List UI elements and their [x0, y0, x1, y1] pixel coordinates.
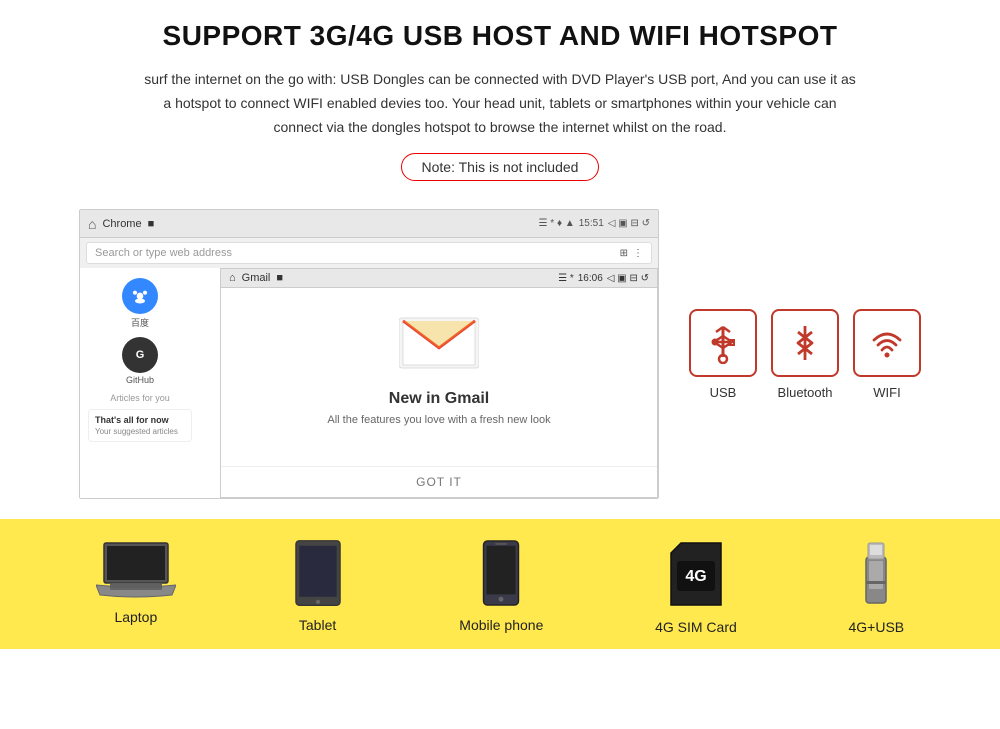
- home-icon: ⌂: [88, 216, 96, 232]
- articles-label: Articles for you: [88, 393, 192, 403]
- usb-stick-icon-svg: [858, 539, 894, 609]
- wifi-label: WIFI: [873, 385, 900, 400]
- got-it-button[interactable]: GOT IT: [221, 466, 657, 497]
- chrome-content: 百度 G GitHub Articles for you That's all …: [80, 268, 658, 498]
- laptop-icon-svg: [96, 539, 176, 599]
- usb-device-label: 4G+USB: [849, 619, 905, 635]
- thats-all-title: That's all for now: [95, 415, 185, 425]
- bluetooth-icon-item: Bluetooth: [771, 309, 839, 400]
- note-box: Note: This is not included: [401, 153, 600, 181]
- tablet-icon-svg: [288, 539, 348, 607]
- gmail-time: 16:06: [578, 273, 603, 284]
- gmail-logo-icon: [399, 308, 479, 378]
- baidu-icon: [122, 278, 158, 314]
- main-title: SUPPORT 3G/4G USB HOST AND WIFI HOTSPOT: [60, 20, 940, 52]
- chrome-content-inner: 百度 G GitHub Articles for you That's all …: [80, 268, 658, 452]
- svg-text:4G: 4G: [685, 568, 706, 585]
- connectivity-icons: USB Bluetooth: [689, 309, 921, 400]
- gmail-topbar: ⌂ Gmail ■ ☰ * 16:06 ◁ ▣ ⊟ ↺: [221, 269, 657, 288]
- thats-all-sub: Your suggested articles: [95, 427, 185, 436]
- github-app-item: G GitHub: [88, 337, 192, 385]
- icons-section: USB Bluetooth: [689, 309, 921, 400]
- chrome-status-icons: ☰ * ♦ ▲ 15:51 ◁ ▣ ⊟ ↺: [539, 218, 650, 229]
- bluetooth-icon-box: [771, 309, 839, 377]
- chrome-search-icons: ⊞ ⋮: [620, 248, 643, 259]
- phone-label: Mobile phone: [459, 617, 543, 633]
- browser-mockup: ⌂ Chrome ■ ☰ * ♦ ▲ 15:51 ◁ ▣ ⊟ ↺ Search …: [79, 209, 659, 499]
- baidu-label: 百度: [88, 316, 192, 329]
- note-text: Note: This is not included: [422, 159, 579, 175]
- chrome-time: 15:51: [579, 218, 604, 229]
- bluetooth-symbol-icon: [784, 322, 826, 364]
- usb-icon-item: USB: [689, 309, 757, 400]
- gmail-panel: ⌂ Gmail ■ ☰ * 16:06 ◁ ▣ ⊟ ↺: [220, 268, 658, 498]
- laptop-icon: [96, 539, 176, 599]
- gmail-home-icon: ⌂: [229, 272, 236, 284]
- usb-label: USB: [710, 385, 737, 400]
- phone-icon: [481, 539, 521, 607]
- bluetooth-label: Bluetooth: [778, 385, 833, 400]
- middle-section: ⌂ Chrome ■ ☰ * ♦ ▲ 15:51 ◁ ▣ ⊟ ↺ Search …: [0, 209, 1000, 509]
- gmail-new-title: New in Gmail: [389, 390, 489, 408]
- chrome-sidebar: 百度 G GitHub Articles for you That's all …: [80, 268, 200, 452]
- baidu-app-item: 百度: [88, 278, 192, 329]
- top-section: SUPPORT 3G/4G USB HOST AND WIFI HOTSPOT …: [0, 0, 1000, 209]
- thats-all-card: That's all for now Your suggested articl…: [88, 409, 192, 442]
- gmail-app-name: Gmail: [242, 272, 271, 284]
- tablet-device-item: Tablet: [288, 539, 348, 633]
- chrome-searchbar[interactable]: Search or type web address ⊞ ⋮: [86, 242, 652, 264]
- wifi-icon-box: [853, 309, 921, 377]
- sim-label: 4G SIM Card: [655, 619, 737, 635]
- wifi-icon-item: WIFI: [853, 309, 921, 400]
- usb-symbol-icon: [702, 322, 744, 364]
- usb-icon-box: [689, 309, 757, 377]
- usb-device-item: 4G+USB: [849, 539, 905, 635]
- chrome-app-name: Chrome: [102, 218, 141, 230]
- phone-icon-svg: [481, 539, 521, 607]
- sim-icon: 4G: [667, 539, 725, 609]
- description: surf the internet on the go with: USB Do…: [140, 68, 860, 139]
- github-label: GitHub: [88, 375, 192, 385]
- bottom-section: Laptop Tablet Mobile phone: [0, 519, 1000, 649]
- gmail-body: New in Gmail All the features you love w…: [221, 288, 657, 466]
- chrome-stop-btn: ■: [148, 218, 155, 230]
- chrome-topbar: ⌂ Chrome ■ ☰ * ♦ ▲ 15:51 ◁ ▣ ⊟ ↺: [80, 210, 658, 238]
- sim-icon-svg: 4G: [667, 539, 725, 609]
- laptop-device-item: Laptop: [96, 539, 176, 625]
- gmail-subtitle: All the features you love with a fresh n…: [327, 414, 550, 426]
- laptop-label: Laptop: [114, 609, 157, 625]
- phone-device-item: Mobile phone: [459, 539, 543, 633]
- gmail-status-icons: ☰ * 16:06 ◁ ▣ ⊟ ↺: [558, 273, 649, 284]
- tablet-icon: [288, 539, 348, 607]
- chrome-search-text: Search or type web address: [95, 247, 620, 259]
- sim-device-item: 4G 4G SIM Card: [655, 539, 737, 635]
- github-icon: G: [122, 337, 158, 373]
- wifi-symbol-icon: [866, 322, 908, 364]
- usb-device-icon: [858, 539, 894, 609]
- tablet-label: Tablet: [299, 617, 336, 633]
